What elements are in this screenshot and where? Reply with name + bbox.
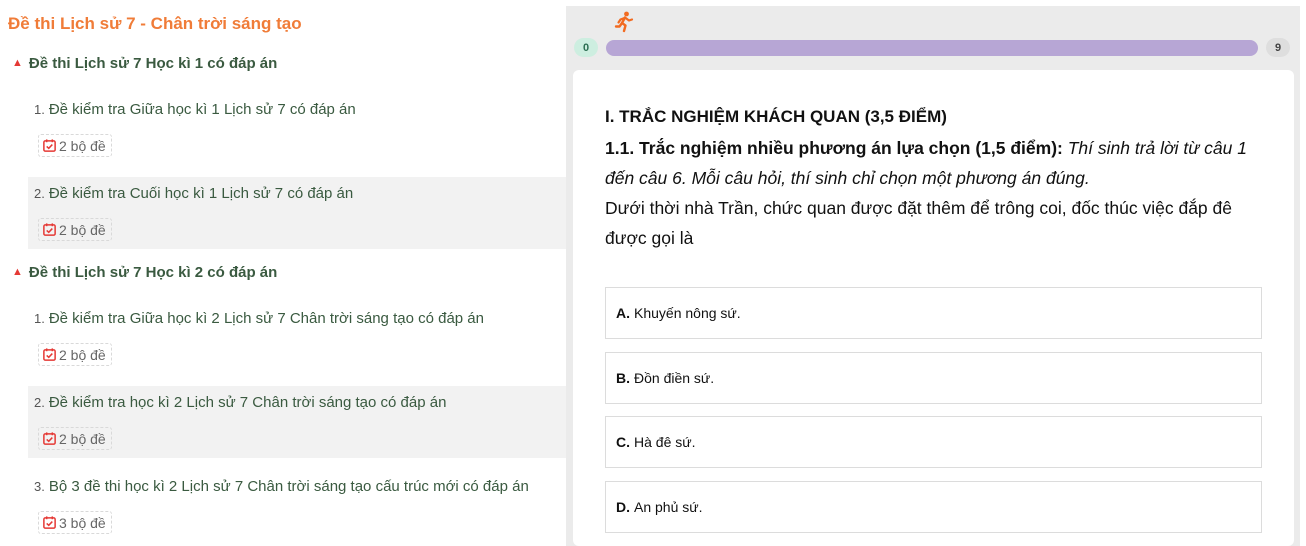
item-number: 1. <box>34 102 45 117</box>
list-item: 1. Đề kiểm tra Giữa học kì 2 Lịch sử 7 Ch… <box>28 302 566 374</box>
option-text: Hà đê sứ. <box>634 434 696 450</box>
item-title: Đề kiểm tra Giữa học kì 2 Lịch sử 7 Chân… <box>48 310 484 327</box>
left-panel: Đề thi Lịch sử 7 - Chân trời sáng tạo ▲ … <box>0 0 566 546</box>
item-title: Đề kiểm tra Cuối học kì 1 Lịch sử 7 có đ… <box>48 185 354 202</box>
progress-start-count: 0 <box>574 38 598 57</box>
chevron-up-icon: ▲ <box>12 265 23 278</box>
option-label: D. <box>616 499 630 515</box>
set-count-badge: 2 bộ đề <box>38 218 112 241</box>
calendar-check-icon <box>42 222 57 237</box>
set-count-badge: 2 bộ đề <box>38 134 112 157</box>
item-title: Đề kiểm tra Giữa học kì 1 Lịch sử 7 có đ… <box>48 101 356 118</box>
item-title: Đề kiểm tra học kì 2 Lịch sử 7 Chân trời… <box>48 394 447 411</box>
item-link[interactable]: 1. Đề kiểm tra Giữa học kì 1 Lịch sử 7 có… <box>34 101 356 118</box>
answer-option-c[interactable]: C. Hà đê sứ. <box>605 416 1262 468</box>
option-label: C. <box>616 434 630 450</box>
item-number: 2. <box>34 395 45 410</box>
set-count-badge: 3 bộ đề <box>38 511 112 534</box>
badge-text: 2 bộ đề <box>59 221 106 238</box>
calendar-check-icon <box>42 138 57 153</box>
section-title: I. TRẮC NGHIỆM KHÁCH QUAN (3,5 ĐIỂM) <box>605 107 947 126</box>
calendar-check-icon <box>42 347 57 362</box>
section-heading: Đề thi Lịch sử 7 Học kì 1 có đáp án <box>28 55 278 72</box>
progress-bar <box>606 40 1258 56</box>
calendar-check-icon <box>42 431 57 446</box>
list-item: 2. Đề kiểm tra Cuối học kì 1 Lịch sử 7 có… <box>28 177 566 249</box>
item-number: 1. <box>34 311 45 326</box>
item-link[interactable]: 2. Đề kiểm tra Cuối học kì 1 Lịch sử 7 có… <box>34 185 353 202</box>
page-title: Đề thi Lịch sử 7 - Chân trời sáng tạo <box>8 14 302 33</box>
set-count-badge: 2 bộ đề <box>38 427 112 450</box>
list-item: 3. Bộ 3 đề thi học kì 2 Lịch sử 7 Chân tr… <box>28 470 566 542</box>
question-text: Dưới thời nhà Trần, chức quan được đặt t… <box>605 198 1232 248</box>
badge-text: 2 bộ đề <box>59 430 106 447</box>
subsection-title: 1.1. Trắc nghiệm nhiều phương án lựa chọ… <box>605 138 1063 158</box>
answer-option-b[interactable]: B. Đồn điền sứ. <box>605 352 1262 404</box>
option-label: B. <box>616 370 630 386</box>
item-number: 2. <box>34 186 45 201</box>
question-body: 1.1. Trắc nghiệm nhiều phương án lựa chọ… <box>605 133 1270 253</box>
answer-option-a[interactable]: A. Khuyến nông sứ. <box>605 287 1262 339</box>
answer-option-d[interactable]: D. An phủ sứ. <box>605 481 1262 533</box>
section-header-hk1[interactable]: ▲ Đề thi Lịch sử 7 Học kì 1 có đáp án <box>12 55 277 72</box>
badge-text: 2 bộ đề <box>59 346 106 363</box>
option-text: Khuyến nông sứ. <box>634 305 741 321</box>
section-header-hk2[interactable]: ▲ Đề thi Lịch sử 7 Học kì 2 có đáp án <box>12 264 277 281</box>
item-link[interactable]: 3. Bộ 3 đề thi học kì 2 Lịch sử 7 Chân tr… <box>34 478 529 495</box>
badge-text: 2 bộ đề <box>59 137 106 154</box>
item-title: Bộ 3 đề thi học kì 2 Lịch sử 7 Chân trời… <box>48 478 529 495</box>
item-link[interactable]: 2. Đề kiểm tra học kì 2 Lịch sử 7 Chân tr… <box>34 394 446 411</box>
calendar-check-icon <box>42 515 57 530</box>
chevron-up-icon: ▲ <box>12 56 23 69</box>
badge-text: 3 bộ đề <box>59 514 106 531</box>
option-label: A. <box>616 305 630 321</box>
item-number: 3. <box>34 479 45 494</box>
list-item: 1. Đề kiểm tra Giữa học kì 1 Lịch sử 7 có… <box>28 93 566 165</box>
section-heading: Đề thi Lịch sử 7 Học kì 2 có đáp án <box>28 264 278 281</box>
running-person-icon <box>614 11 634 38</box>
item-link[interactable]: 1. Đề kiểm tra Giữa học kì 2 Lịch sử 7 Ch… <box>34 310 484 327</box>
list-item: 2. Đề kiểm tra học kì 2 Lịch sử 7 Chân tr… <box>28 386 566 458</box>
set-count-badge: 2 bộ đề <box>38 343 112 366</box>
question-card: I. TRẮC NGHIỆM KHÁCH QUAN (3,5 ĐIỂM) 1.1… <box>573 70 1294 546</box>
option-text: An phủ sứ. <box>634 499 703 515</box>
progress-total-count: 9 <box>1266 38 1290 57</box>
quiz-panel: 0 9 I. TRẮC NGHIỆM KHÁCH QUAN (3,5 ĐIỂM)… <box>566 6 1300 546</box>
option-text: Đồn điền sứ. <box>634 370 715 386</box>
